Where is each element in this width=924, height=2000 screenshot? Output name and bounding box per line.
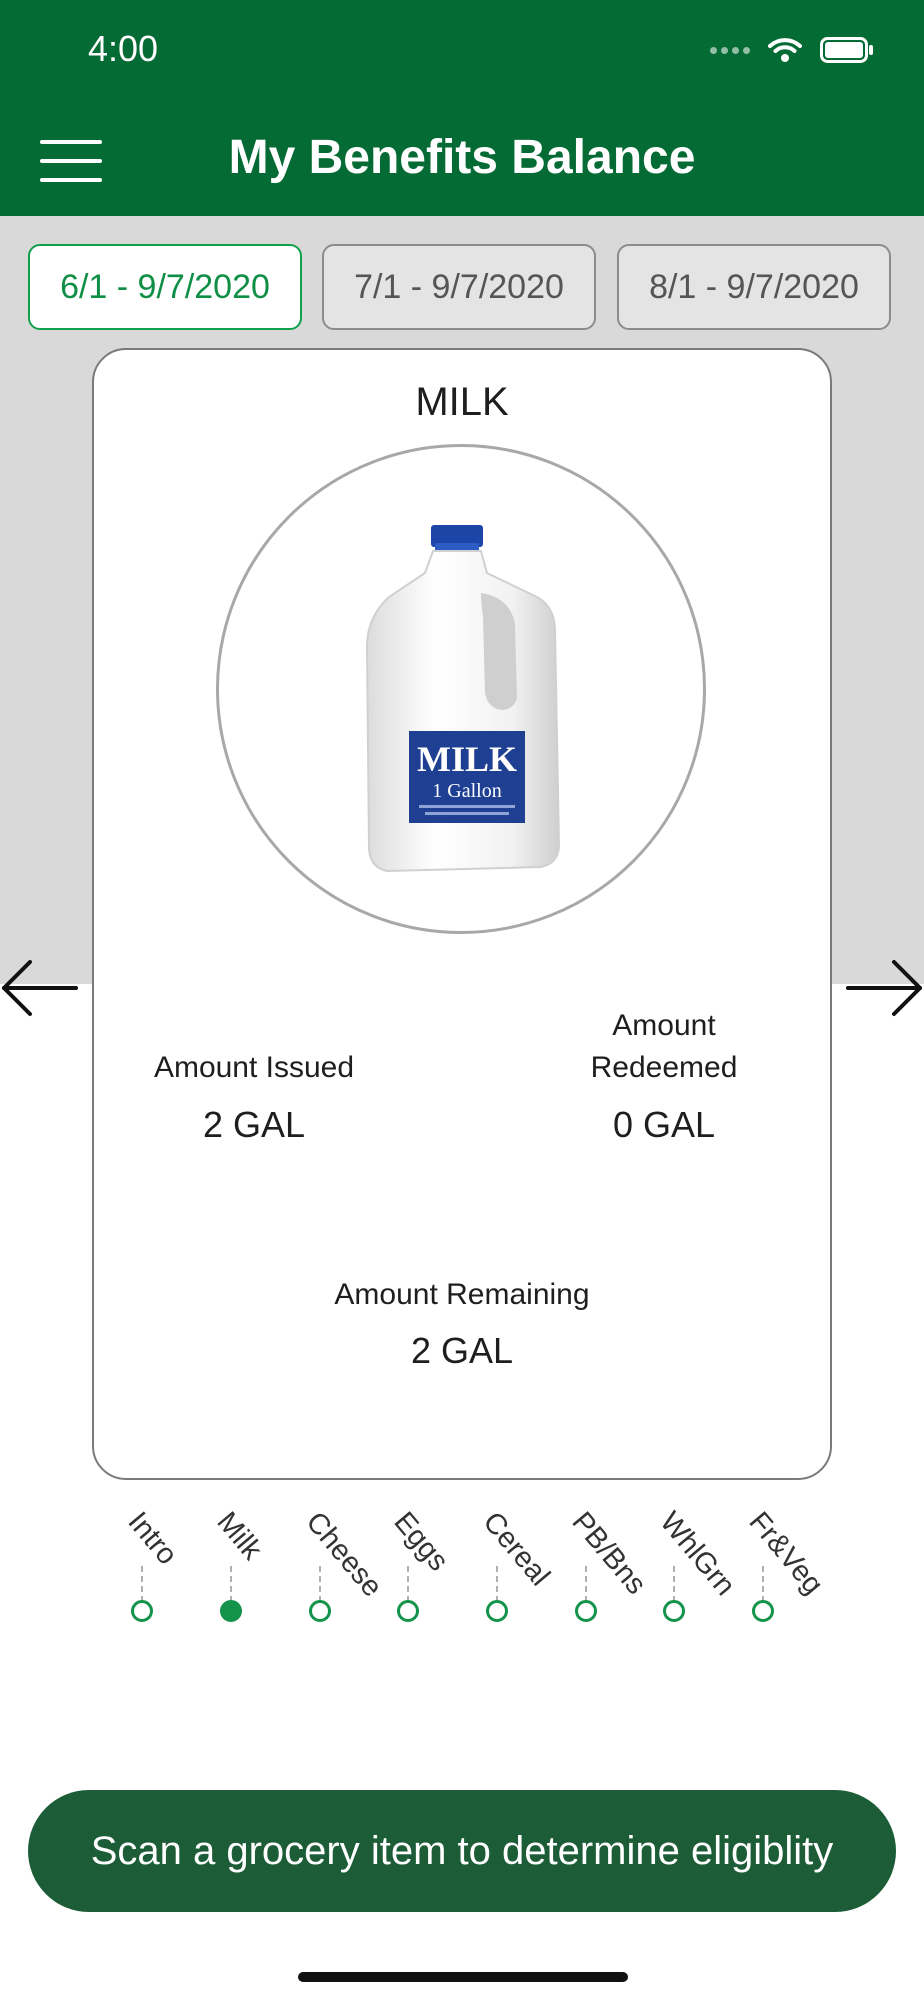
milk-jug-image: MILK 1 Gallon bbox=[365, 525, 561, 873]
status-time: 4:00 bbox=[88, 28, 159, 69]
date-tab-2[interactable]: 7/1 - 9/7/2020 bbox=[322, 244, 596, 330]
arrow-left-icon[interactable] bbox=[0, 956, 80, 1020]
pager-dot[interactable] bbox=[131, 1600, 153, 1622]
status-icons bbox=[710, 32, 874, 68]
amount-redeemed-value: 0 GAL bbox=[612, 1104, 716, 1145]
home-indicator bbox=[298, 1972, 628, 1982]
milk-label-size: 1 Gallon bbox=[432, 780, 501, 802]
app-header: 4:00 My Benefits Balance bbox=[0, 0, 924, 216]
pager-dot[interactable] bbox=[309, 1600, 331, 1622]
pager-dot[interactable] bbox=[575, 1600, 597, 1622]
pager-dot-active[interactable] bbox=[220, 1600, 242, 1622]
product-image-circle: MILK 1 Gallon bbox=[216, 444, 706, 934]
pager-item-fruit-veg[interactable]: Fr&Veg bbox=[703, 1500, 829, 1630]
battery-icon bbox=[820, 37, 873, 63]
scan-item-button[interactable]: Scan a grocery item to determine eligibl… bbox=[28, 1790, 896, 1912]
milk-label-brand: MILK bbox=[417, 739, 517, 779]
pager-label: Fr&Veg bbox=[742, 1506, 830, 1601]
wifi-icon bbox=[768, 38, 802, 62]
signal-icon bbox=[710, 46, 750, 54]
amount-redeemed-label: Amount Redeemed bbox=[534, 1005, 794, 1089]
date-tab-1[interactable]: 6/1 - 9/7/2020 bbox=[28, 244, 302, 330]
category-pager: Intro Milk Cheese Eggs Cereal PB/Bns Whl… bbox=[0, 1500, 924, 1630]
amount-remaining-label: Amount Remaining bbox=[334, 1278, 590, 1311]
page-title: My Benefits Balance bbox=[228, 131, 696, 184]
card-title: MILK bbox=[415, 380, 509, 424]
amount-remaining-value: 2 GAL bbox=[410, 1330, 514, 1371]
pager-dot[interactable] bbox=[397, 1600, 419, 1622]
arrow-right-icon[interactable] bbox=[844, 956, 924, 1020]
benefit-card: MILK MILK 1 Gallon Amount Issued 2 GAL A… bbox=[92, 348, 832, 1480]
pager-dot[interactable] bbox=[752, 1600, 774, 1622]
amount-issued-label: Amount Issued bbox=[153, 1051, 355, 1084]
pager-dot[interactable] bbox=[663, 1600, 685, 1622]
amount-issued-value: 2 GAL bbox=[202, 1104, 306, 1145]
amount-redeemed-label-line1: Amount bbox=[612, 1009, 716, 1042]
date-tab-3[interactable]: 8/1 - 9/7/2020 bbox=[617, 244, 891, 330]
amount-redeemed-label-line2: Redeemed bbox=[590, 1051, 738, 1084]
pager-dot[interactable] bbox=[486, 1600, 508, 1622]
